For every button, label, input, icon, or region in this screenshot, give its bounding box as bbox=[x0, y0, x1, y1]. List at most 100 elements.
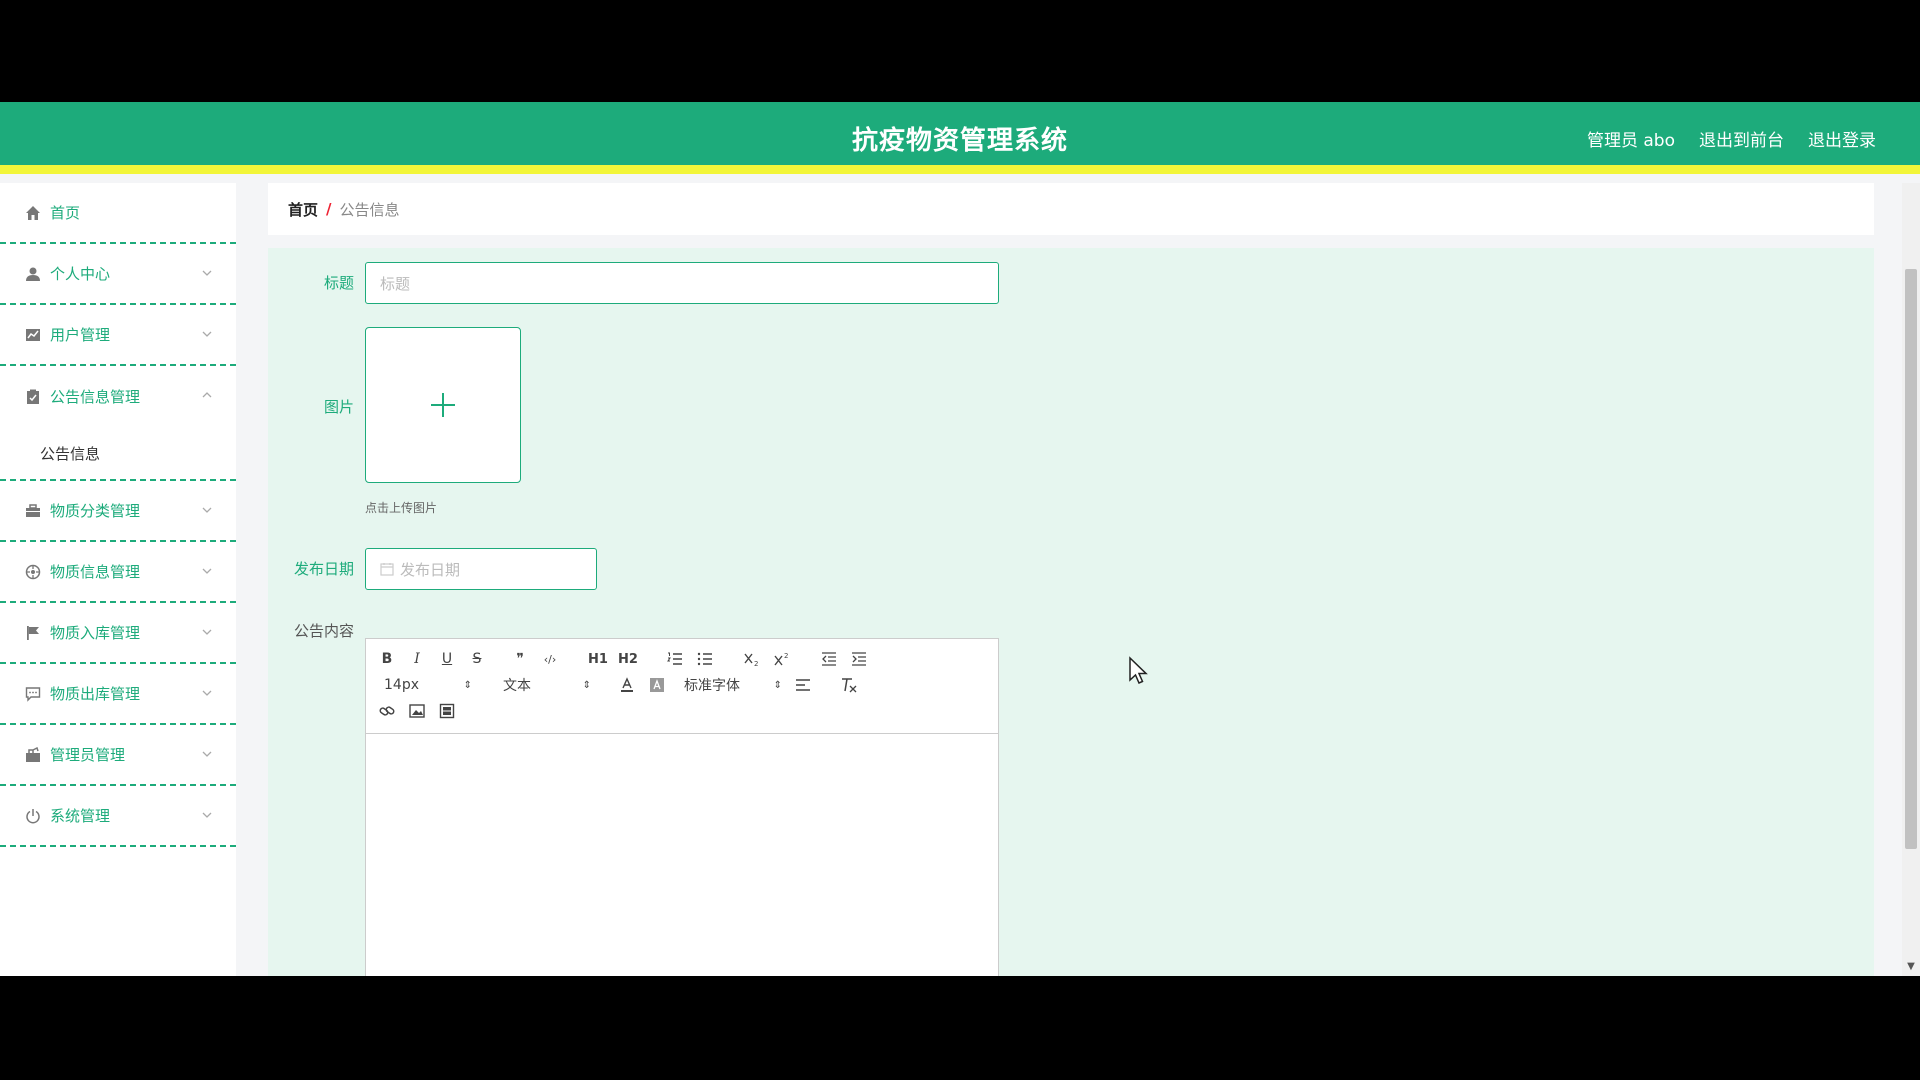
size-select[interactable]: 14px ⇕ bbox=[384, 674, 472, 696]
clear-format-icon bbox=[842, 678, 857, 693]
title-label: 标题 bbox=[323, 274, 354, 292]
editor-content-area[interactable] bbox=[366, 734, 998, 976]
back-to-front-link[interactable]: 退出到前台 bbox=[1699, 126, 1784, 151]
align-left-icon bbox=[796, 679, 810, 691]
select-arrows-icon: ⇕ bbox=[582, 679, 591, 691]
sidebar-item-stock-in[interactable]: 物质入库管理 bbox=[0, 603, 236, 664]
font-select[interactable]: 标准字体 ⇕ bbox=[684, 674, 782, 696]
chevron-down-icon bbox=[202, 568, 212, 574]
superscript-button[interactable]: 2 bbox=[771, 648, 793, 670]
video-button[interactable] bbox=[436, 700, 458, 722]
sidebar-item-label: 管理员管理 bbox=[50, 746, 126, 764]
sidebar-item-label: 物质信息管理 bbox=[50, 563, 141, 581]
power-icon bbox=[24, 807, 42, 825]
scroll-down-arrow-icon[interactable]: ▼ bbox=[1905, 962, 1917, 972]
superscript-icon: 2 bbox=[774, 652, 788, 666]
header-actions: 管理员 abo 退出到前台 退出登录 bbox=[1587, 126, 1876, 151]
chevron-down-icon bbox=[202, 812, 212, 818]
select-arrows-icon: ⇕ bbox=[463, 679, 472, 691]
admin-icon bbox=[24, 746, 42, 764]
sidebar-item-label: 公告信息管理 bbox=[50, 388, 141, 406]
chevron-down-icon bbox=[202, 751, 212, 757]
breadcrumb-home[interactable]: 首页 bbox=[288, 199, 318, 220]
sidebar-item-category[interactable]: 物质分类管理 bbox=[0, 481, 236, 542]
plus-icon bbox=[431, 393, 455, 417]
text-color-icon bbox=[621, 677, 633, 692]
logout-link[interactable]: 退出登录 bbox=[1808, 126, 1876, 151]
ordered-list-button[interactable] bbox=[664, 648, 686, 670]
breadcrumb: 首页 / 公告信息 bbox=[268, 183, 1874, 235]
image-icon bbox=[409, 704, 425, 718]
home-icon bbox=[24, 204, 42, 222]
message-icon bbox=[24, 685, 42, 703]
sidebar-item-notice-manage[interactable]: 公告信息管理 bbox=[0, 366, 236, 427]
code-block-button[interactable]: ‹/› bbox=[539, 648, 561, 670]
sidebar-item-admin[interactable]: 管理员管理 bbox=[0, 725, 236, 786]
upload-hint: 点击上传图片 bbox=[365, 501, 438, 515]
image-button[interactable] bbox=[406, 700, 428, 722]
date-placeholder: 发布日期 bbox=[400, 560, 461, 579]
bullet-list-icon bbox=[697, 652, 712, 666]
header1-button[interactable]: H1 bbox=[587, 648, 609, 670]
sidebar-item-label: 用户管理 bbox=[50, 326, 111, 344]
link-button[interactable] bbox=[376, 700, 398, 722]
scrollbar-thumb[interactable] bbox=[1905, 269, 1917, 849]
chart-icon bbox=[24, 326, 42, 344]
select-arrows-icon: ⇕ bbox=[773, 679, 782, 691]
align-button[interactable] bbox=[792, 674, 814, 696]
background-color-button[interactable] bbox=[646, 674, 668, 696]
bullet-list-button[interactable] bbox=[694, 648, 716, 670]
date-label: 发布日期 bbox=[293, 560, 354, 578]
sidebar-item-system[interactable]: 系统管理 bbox=[0, 786, 236, 847]
chevron-down-icon bbox=[202, 690, 212, 696]
clipboard-icon bbox=[24, 388, 42, 406]
sidebar-item-label: 物质出库管理 bbox=[50, 685, 141, 703]
image-upload-box[interactable] bbox=[365, 327, 521, 483]
sidebar-item-material-info[interactable]: 物质信息管理 bbox=[0, 542, 236, 603]
sidebar-item-users[interactable]: 用户管理 bbox=[0, 305, 236, 366]
sidebar-item-stock-out[interactable]: 物质出库管理 bbox=[0, 664, 236, 725]
title-input[interactable]: 标题 bbox=[365, 262, 999, 304]
mouse-cursor-icon bbox=[1129, 656, 1148, 684]
sidebar-item-label: 系统管理 bbox=[50, 807, 111, 825]
content-label: 公告内容 bbox=[293, 622, 354, 640]
ordered-list-icon bbox=[667, 652, 682, 665]
breadcrumb-separator: / bbox=[326, 200, 332, 218]
target-icon bbox=[24, 563, 42, 581]
strike-button[interactable]: S bbox=[466, 648, 488, 670]
editor-toolbar: B I U S ❞ ‹/› H1 H2 2 2 14px ⇕ 文本 ⇕ 标准字体… bbox=[366, 639, 998, 734]
flag-icon bbox=[24, 624, 42, 642]
chevron-down-icon bbox=[202, 331, 212, 337]
video-icon bbox=[439, 703, 455, 719]
italic-button[interactable]: I bbox=[406, 648, 428, 670]
clean-format-button[interactable] bbox=[838, 674, 860, 696]
bold-button[interactable]: B bbox=[376, 648, 398, 670]
outdent-button[interactable] bbox=[818, 648, 840, 670]
subscript-icon: 2 bbox=[744, 653, 758, 666]
sidebar-item-home[interactable]: 首页 bbox=[0, 183, 236, 244]
header-value: 文本 bbox=[503, 678, 531, 694]
calendar-icon bbox=[380, 563, 394, 576]
blockquote-button[interactable]: ❞ bbox=[509, 648, 531, 670]
header2-button[interactable]: H2 bbox=[617, 648, 639, 670]
indent-button[interactable] bbox=[848, 648, 870, 670]
text-color-button[interactable] bbox=[616, 674, 638, 696]
page-scrollbar[interactable]: ▼ bbox=[1902, 183, 1920, 976]
chevron-down-icon bbox=[202, 629, 212, 635]
header-select[interactable]: 文本 ⇕ bbox=[503, 674, 591, 696]
top-header: 抗疫物资管理系统 管理员 abo 退出到前台 退出登录 bbox=[0, 102, 1920, 174]
svg-text:2: 2 bbox=[784, 652, 788, 660]
chevron-down-icon bbox=[202, 270, 212, 276]
sidebar-item-personal[interactable]: 个人中心 bbox=[0, 244, 236, 305]
date-picker[interactable]: 发布日期 bbox=[365, 548, 597, 590]
rich-text-editor: B I U S ❞ ‹/› H1 H2 2 2 14px ⇕ 文本 ⇕ 标准字体… bbox=[365, 638, 999, 976]
sidebar: 首页 个人中心 用户管理 公告信息管理 公告信息 物质分类管理 物质信息管理 物… bbox=[0, 183, 236, 976]
underline-button[interactable]: U bbox=[436, 648, 458, 670]
size-value: 14px bbox=[384, 677, 419, 693]
user-icon bbox=[24, 265, 42, 283]
notice-form: 标题 标题 图片 点击上传图片 发布日期 发布日期 公告内容 B I U S ❞… bbox=[268, 248, 1874, 976]
breadcrumb-current: 公告信息 bbox=[339, 200, 400, 219]
sidebar-subitem-notice[interactable]: 公告信息 bbox=[0, 427, 236, 481]
subscript-button[interactable]: 2 bbox=[741, 648, 763, 670]
outdent-icon bbox=[822, 652, 836, 666]
